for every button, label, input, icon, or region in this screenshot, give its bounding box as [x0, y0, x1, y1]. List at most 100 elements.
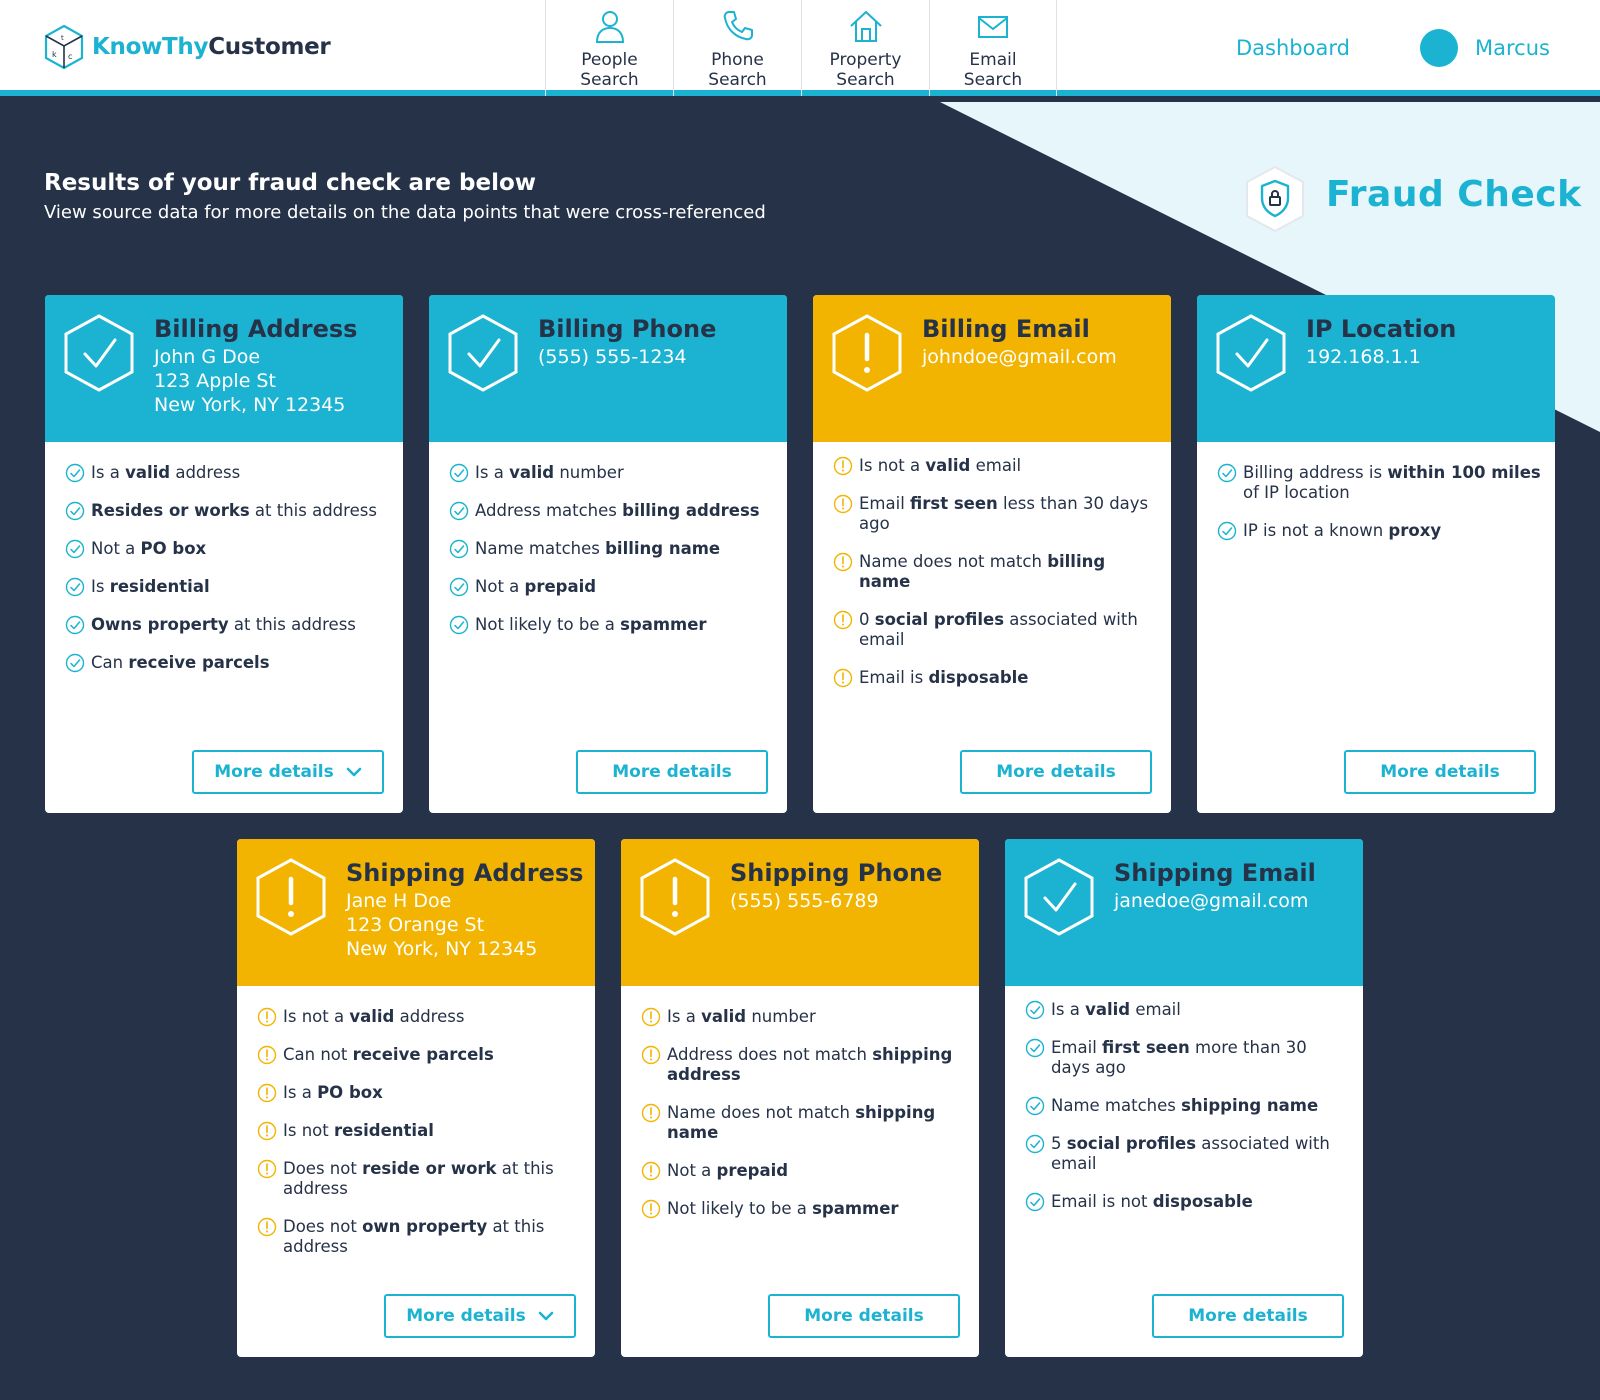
- more-details-button[interactable]: More details: [768, 1294, 960, 1338]
- card-header-text: Shipping Phone (555) 555-6789: [730, 859, 969, 913]
- more-details-button[interactable]: More details: [192, 750, 384, 794]
- check-circle-icon: [65, 501, 85, 521]
- card-subtitle-line: johndoe@gmail.com: [922, 346, 1117, 368]
- warning-circle-icon: [833, 610, 853, 630]
- check-item: Name matches billing name: [449, 539, 773, 559]
- check-item: 5 social profiles associated with email: [1025, 1134, 1349, 1174]
- check-text: Is not a valid address: [283, 1007, 465, 1026]
- check-text: Is not a valid email: [859, 456, 1022, 475]
- nav-property-search[interactable]: Property Search: [801, 0, 929, 96]
- card-subtitle: janedoe@gmail.com: [1114, 889, 1353, 913]
- check-item: Not a prepaid: [449, 577, 773, 597]
- warning-circle-icon: [257, 1007, 277, 1027]
- check-circle-icon: [449, 577, 469, 597]
- check-text: Is a valid number: [475, 463, 624, 482]
- card-header: IP Location 192.168.1.1: [1197, 295, 1555, 442]
- check-item: Can not receive parcels: [257, 1045, 581, 1065]
- hexagon-check-icon: [64, 314, 134, 392]
- more-details-button[interactable]: More details: [1344, 750, 1536, 794]
- check-text: 5 social profiles associated with email: [1051, 1134, 1330, 1173]
- check-item: Is a valid address: [65, 463, 389, 483]
- card-header: Shipping Phone (555) 555-6789: [621, 839, 979, 986]
- check-item: Billing address is within 100 miles of I…: [1217, 463, 1541, 503]
- card-header: Billing Phone (555) 555-1234: [429, 295, 787, 442]
- check-circle-icon: [449, 501, 469, 521]
- card-subtitle-line: (555) 555-1234: [538, 346, 687, 368]
- card-header: Shipping Address Jane H Doe 123 Orange St N…: [237, 839, 595, 986]
- warning-circle-icon: [641, 1161, 661, 1181]
- svg-text:t: t: [61, 34, 64, 42]
- check-text: Is a valid address: [91, 463, 241, 482]
- check-text: Address does not match shipping address: [667, 1045, 953, 1084]
- card-header: Shipping Email janedoe@gmail.com: [1005, 839, 1363, 986]
- card-subtitle: (555) 555-6789: [730, 889, 969, 913]
- more-details-button[interactable]: More details: [384, 1294, 576, 1338]
- check-circle-icon: [1025, 1134, 1045, 1154]
- card-subtitle-line: 192.168.1.1: [1306, 346, 1421, 368]
- envelope-icon: [978, 16, 1008, 38]
- card-header: Billing Address John G Doe 123 Apple St New…: [45, 295, 403, 442]
- person-icon: [595, 11, 624, 43]
- card-subtitle: Jane H Doe 123 Orange St New York, NY 1234…: [346, 889, 585, 961]
- chevron-down-icon: [538, 1311, 554, 1321]
- check-item: Owns property at this address: [65, 615, 389, 635]
- more-details-button[interactable]: More details: [576, 750, 768, 794]
- check-text: Not likely to be a spammer: [475, 615, 707, 634]
- more-details-button[interactable]: More details: [1152, 1294, 1344, 1338]
- card-subtitle-line: 123 Orange St: [346, 914, 485, 936]
- hexagon-warning-icon: [640, 858, 710, 936]
- check-item: Is a valid email: [1025, 1000, 1349, 1020]
- dashboard-link[interactable]: Dashboard: [1236, 36, 1350, 60]
- warning-circle-icon: [257, 1121, 277, 1141]
- avatar[interactable]: [1420, 29, 1458, 67]
- warning-circle-icon: [641, 1007, 661, 1027]
- check-text: Owns property at this address: [91, 615, 356, 634]
- check-text: Does not own property at this address: [283, 1217, 545, 1256]
- warning-circle-icon: [257, 1159, 277, 1179]
- check-item: Is a valid number: [449, 463, 773, 483]
- card-subtitle-line: John G Doe: [154, 346, 261, 368]
- check-circle-icon: [65, 463, 85, 483]
- logo-text: KnowThyCustomer: [92, 34, 331, 60]
- house-icon: [849, 11, 882, 42]
- check-circle-icon: [449, 615, 469, 635]
- check-item: Not a PO box: [65, 539, 389, 559]
- check-item: Does not reside or work at this address: [257, 1159, 581, 1199]
- check-text: Resides or works at this address: [91, 501, 377, 520]
- check-item: 0 social profiles associated with email: [833, 610, 1157, 650]
- hexagon-check-icon: [1216, 314, 1286, 392]
- nav-people-label: People Search: [580, 50, 639, 90]
- logo[interactable]: k c t KnowThyCustomer: [44, 24, 331, 70]
- check-item: Does not own property at this address: [257, 1217, 581, 1257]
- top-navigation-bar: k c t KnowThyCustomer People Search Phone…: [0, 0, 1600, 96]
- nav-phone-search[interactable]: Phone Search: [673, 0, 801, 96]
- check-text: Is residential: [91, 577, 210, 596]
- warning-circle-icon: [257, 1045, 277, 1065]
- nav-email-search[interactable]: Email Search: [929, 0, 1057, 96]
- check-text: Is not residential: [283, 1121, 434, 1140]
- check-text: Name matches billing name: [475, 539, 721, 558]
- check-item: Email first seen less than 30 days ago: [833, 494, 1157, 534]
- user-name[interactable]: Marcus: [1475, 36, 1550, 60]
- warning-circle-icon: [641, 1103, 661, 1123]
- nav-people-search[interactable]: People Search: [545, 0, 673, 96]
- chevron-down-icon: [346, 767, 362, 777]
- card-shipping-phone: Shipping Phone (555) 555-6789 Is a valid n…: [621, 839, 979, 1357]
- card-title: Shipping Address: [346, 859, 584, 887]
- page-subtitle: View source data for more details on the…: [44, 202, 766, 223]
- check-text: Billing address is within 100 miles of I…: [1243, 463, 1541, 502]
- more-details-button[interactable]: More details: [960, 750, 1152, 794]
- check-circle-icon: [449, 463, 469, 483]
- card-shipping-address: Shipping Address Jane H Doe 123 Orange St N…: [237, 839, 595, 1357]
- warning-circle-icon: [641, 1199, 661, 1219]
- check-text: Email is not disposable: [1051, 1192, 1253, 1211]
- check-item: Not a prepaid: [641, 1161, 965, 1181]
- check-list: Is a valid email Email first seen more th…: [1025, 1000, 1349, 1230]
- warning-circle-icon: [833, 552, 853, 572]
- check-text: Can not receive parcels: [283, 1045, 494, 1064]
- check-item: Name matches shipping name: [1025, 1096, 1349, 1116]
- fraud-check-title: Fraud Check: [1326, 174, 1582, 215]
- check-item: Name does not match billing name: [833, 552, 1157, 592]
- check-item: Email is disposable: [833, 668, 1157, 688]
- card-title: Billing Address: [154, 315, 358, 343]
